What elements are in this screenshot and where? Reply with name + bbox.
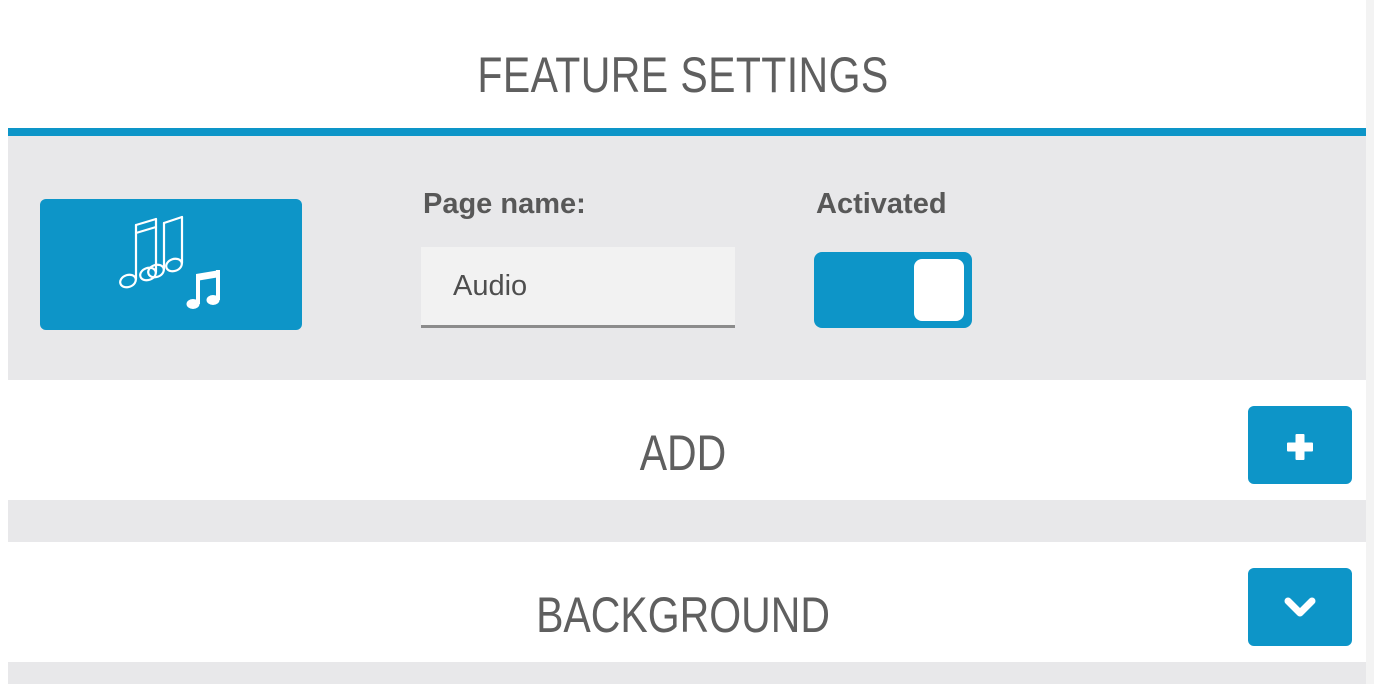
- background-expand-button[interactable]: [1248, 568, 1352, 646]
- page-edge: [1366, 0, 1374, 684]
- bottom-separator: [8, 662, 1366, 684]
- page-name-label: Page name:: [423, 188, 586, 220]
- chevron-down-icon: [1284, 597, 1316, 617]
- page-title: FEATURE SETTINGS: [477, 47, 889, 103]
- page-name-input[interactable]: [421, 247, 735, 328]
- activated-label: Activated: [816, 188, 947, 220]
- header-divider: [8, 128, 1366, 136]
- background-section-title: BACKGROUND: [536, 587, 830, 643]
- add-button[interactable]: [1248, 406, 1352, 484]
- music-notes-icon: [119, 215, 220, 309]
- feature-icon-button[interactable]: [40, 199, 302, 330]
- feature-settings-page: FEATURE SETTINGS Page name: Audio Activa…: [0, 0, 1374, 684]
- add-section-title: ADD: [639, 425, 727, 481]
- section-separator: [8, 500, 1366, 542]
- toggle-knob: [914, 259, 964, 321]
- activated-toggle[interactable]: [814, 252, 972, 328]
- plus-icon: [1287, 434, 1313, 460]
